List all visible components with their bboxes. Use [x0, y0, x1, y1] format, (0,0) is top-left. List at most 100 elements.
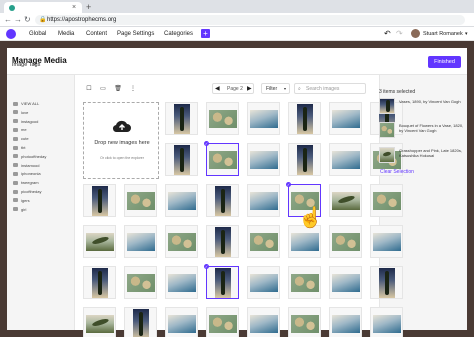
- media-thumbnail[interactable]: [165, 266, 198, 299]
- trash-icon[interactable]: 🗑: [113, 84, 123, 94]
- filter-button[interactable]: Filter ▾: [261, 83, 290, 94]
- more-icon[interactable]: ⋮: [128, 84, 138, 94]
- thumbnail-image: [209, 110, 237, 128]
- address-bar[interactable]: 🔒 https://apostrophecms.org: [35, 15, 465, 25]
- media-thumbnail[interactable]: [329, 225, 362, 258]
- user-name[interactable]: Stuart Romanek: [423, 30, 463, 38]
- avatar[interactable]: [411, 29, 420, 38]
- media-thumbnail[interactable]: [165, 143, 198, 176]
- thumbnail-image: [379, 268, 395, 298]
- thumbnail-image: [332, 151, 360, 169]
- media-thumbnail[interactable]: [329, 184, 362, 217]
- media-thumbnail[interactable]: [370, 225, 403, 258]
- menu-global[interactable]: Global: [29, 30, 46, 38]
- selected-thumbnail: [379, 147, 395, 163]
- check-icon: ✓: [286, 182, 291, 187]
- thumbnail-image: [250, 192, 278, 210]
- search-input[interactable]: [306, 84, 364, 93]
- thumbnail-image: [291, 315, 319, 333]
- select-all-checkbox[interactable]: ☐: [84, 84, 94, 94]
- tag-label: instagood: [21, 118, 39, 124]
- media-thumbnail[interactable]: [247, 184, 280, 217]
- media-thumbnail[interactable]: [370, 266, 403, 299]
- thumbnail-image: [209, 151, 237, 169]
- tag-icon: [13, 101, 18, 106]
- new-tab-icon[interactable]: +: [86, 2, 91, 12]
- add-button[interactable]: +: [201, 29, 210, 38]
- media-thumbnail[interactable]: [370, 307, 403, 337]
- prev-page-icon[interactable]: ◀: [215, 84, 220, 94]
- thumbnail-image: [215, 186, 231, 216]
- media-thumbnail[interactable]: [165, 225, 198, 258]
- thumbnail-image: [373, 192, 401, 210]
- media-thumbnail[interactable]: [124, 266, 157, 299]
- media-thumbnail[interactable]: [370, 184, 403, 217]
- media-thumbnail[interactable]: [329, 266, 362, 299]
- tag-icon: [13, 207, 18, 212]
- menu-media[interactable]: Media: [58, 30, 74, 38]
- tab-close-icon[interactable]: ×: [72, 2, 76, 13]
- media-thumbnail[interactable]: [247, 307, 280, 337]
- selected-item-label: Vases, 1890, by Vincent Van Gogh: [399, 99, 461, 104]
- thumbnail-image: [332, 110, 360, 128]
- media-thumbnail[interactable]: [83, 184, 116, 217]
- search-box[interactable]: ⌕: [294, 83, 366, 94]
- selected-item[interactable]: Vases, 1890, by Vincent Van Gogh: [379, 98, 465, 116]
- tag-label: tweegram: [21, 180, 39, 186]
- chevron-down-icon[interactable]: ▾: [465, 30, 468, 38]
- media-thumbnail[interactable]: [165, 307, 198, 337]
- media-thumbnail[interactable]: [206, 184, 239, 217]
- forward-icon[interactable]: →: [14, 15, 22, 25]
- undo-icon[interactable]: ↶: [384, 29, 391, 39]
- media-thumbnail[interactable]: [124, 184, 157, 217]
- reload-icon[interactable]: ↻: [24, 15, 31, 25]
- media-thumbnail[interactable]: [83, 225, 116, 258]
- apostrophe-logo-icon[interactable]: [6, 29, 16, 39]
- media-thumbnail[interactable]: [83, 307, 116, 337]
- menu-content[interactable]: Content: [86, 30, 107, 38]
- selected-item[interactable]: Bouquet of Flowers in a Vase, 1820, by V…: [379, 122, 465, 140]
- thumbnail-image: [250, 110, 278, 128]
- tag-icon: [13, 171, 18, 176]
- thumbnail-image: [291, 233, 319, 251]
- finished-button[interactable]: Finished: [428, 56, 461, 68]
- upload-dropzone[interactable]: Drop new images here Or click to open th…: [83, 102, 159, 179]
- media-thumbnail[interactable]: [288, 102, 321, 135]
- selected-item[interactable]: Grasshopper and Pink, Late 1820s, Katsus…: [379, 147, 465, 165]
- media-thumbnail[interactable]: [247, 102, 280, 135]
- clear-selection-link[interactable]: Clear Selection: [380, 169, 414, 176]
- menu-categories[interactable]: Categories: [164, 30, 193, 38]
- media-thumbnail[interactable]: [247, 143, 280, 176]
- back-icon[interactable]: ←: [4, 15, 12, 25]
- tag-label: VIEW ALL: [21, 101, 40, 106]
- url-text[interactable]: https://apostrophecms.org: [47, 16, 116, 24]
- video-icon[interactable]: ▭: [98, 84, 108, 94]
- media-thumbnail[interactable]: [329, 143, 362, 176]
- media-thumbnail[interactable]: ✓: [204, 264, 239, 299]
- menu-page-settings[interactable]: Page Settings: [117, 30, 154, 38]
- media-thumbnail[interactable]: [83, 266, 116, 299]
- media-thumbnail[interactable]: [247, 266, 280, 299]
- media-thumbnail[interactable]: [329, 102, 362, 135]
- media-thumbnail[interactable]: [329, 307, 362, 337]
- browser-tab[interactable]: ×: [4, 2, 82, 13]
- media-thumbnail[interactable]: [247, 225, 280, 258]
- media-thumbnail[interactable]: [165, 102, 198, 135]
- redo-icon[interactable]: ↷: [396, 29, 403, 39]
- media-thumbnail[interactable]: [165, 184, 198, 217]
- next-page-icon[interactable]: ▶: [247, 84, 252, 94]
- media-thumbnail[interactable]: [288, 143, 321, 176]
- modal-backdrop-left: [0, 41, 7, 337]
- media-thumbnail[interactable]: [206, 102, 239, 135]
- media-thumbnail[interactable]: [206, 307, 239, 337]
- tag-label: photooftheday: [21, 153, 47, 159]
- thumbnail-image: [133, 309, 149, 337]
- thumbnail-image: [297, 145, 313, 175]
- media-thumbnail[interactable]: ✓: [204, 141, 239, 176]
- media-thumbnail[interactable]: [288, 307, 321, 337]
- media-thumbnail[interactable]: [288, 225, 321, 258]
- media-thumbnail[interactable]: [124, 225, 157, 258]
- media-thumbnail[interactable]: [288, 266, 321, 299]
- media-thumbnail[interactable]: [124, 307, 157, 337]
- media-thumbnail[interactable]: [206, 225, 239, 258]
